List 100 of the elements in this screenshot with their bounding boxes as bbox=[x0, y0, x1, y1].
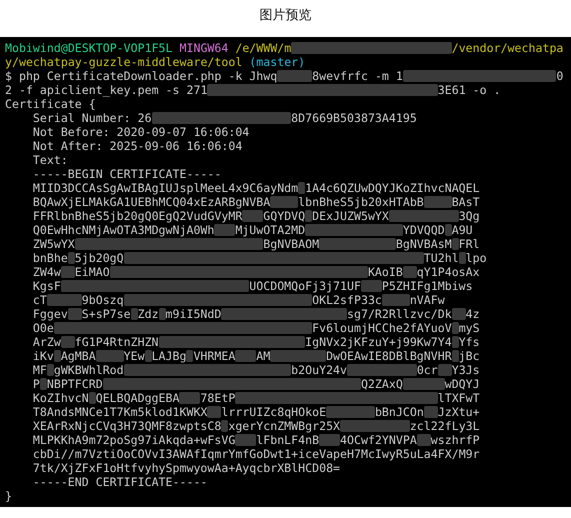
terminal-text: Yfs bbox=[458, 335, 480, 349]
terminal-text: MF bbox=[32, 363, 47, 377]
terminal-text: P5ZHIFg1Mbiws bbox=[382, 279, 473, 293]
terminal-text: NBPTFCRD bbox=[46, 377, 103, 391]
terminal-text: FFRlbnBheS5jb20gQ0EgQ2VudGVyMR bbox=[32, 209, 242, 223]
terminal-text: DwOEAwIE8DBlBgNVHR bbox=[326, 349, 452, 363]
terminal-text: MjUwOTA2MD bbox=[235, 223, 306, 237]
terminal-text: ZW4w bbox=[32, 265, 61, 279]
terminal-text: EiMAO bbox=[74, 265, 110, 279]
terminal-text: T8AndsMNCe1T7Km5klod1KWKX bbox=[32, 405, 208, 419]
terminal-text: 8wevfrfc -m 1 bbox=[312, 69, 403, 83]
terminal-text: bnBhe bbox=[32, 251, 68, 265]
terminal-text: Mobiwind@DESKTOP-VOP1F5L bbox=[5, 41, 173, 55]
terminal-text: ArZw bbox=[32, 335, 61, 349]
redacted-area bbox=[270, 350, 326, 362]
terminal-text: cbDi//m7VztiOoCOVvI3AWAfIqmrYmfGoDwt1+iceVapeH7McIwyR5uLa4FX/M9r bbox=[32, 447, 480, 461]
terminal-text: Serial Number: 26 bbox=[32, 111, 152, 125]
terminal-text: $ php CertificateDownloader.php -k Jhwq bbox=[5, 69, 278, 83]
redacted-area bbox=[214, 224, 236, 236]
redacted-area bbox=[402, 378, 445, 390]
redacted-area bbox=[130, 308, 138, 320]
redacted-area bbox=[326, 406, 375, 418]
redacted-area bbox=[68, 308, 82, 320]
redacted-area bbox=[179, 392, 200, 404]
terminal-text: b2OuY24v bbox=[291, 363, 348, 377]
redacted-area bbox=[347, 364, 417, 376]
terminal-text: } bbox=[5, 489, 12, 503]
terminal-text: -----BEGIN CERTIFICATE----- bbox=[32, 167, 222, 181]
terminal-text: wszhrfP bbox=[430, 433, 480, 447]
redacted-area bbox=[46, 364, 54, 376]
terminal-text: DExJUZW5wYX bbox=[312, 209, 389, 223]
terminal-text: fG1P4RtnZHZN bbox=[74, 335, 159, 349]
terminal-text: MIID3DCCAsSgAwIBAgIUJsplMeeL4x9C6ayNdm bbox=[32, 181, 298, 195]
redacted-area bbox=[340, 420, 410, 432]
redacted-area bbox=[235, 434, 256, 446]
terminal-text: YDVQQD bbox=[402, 223, 445, 237]
redacted-area bbox=[68, 252, 75, 264]
redacted-area bbox=[270, 196, 298, 208]
redacted-area bbox=[388, 210, 459, 222]
terminal-text: Q0EwHhcNMjAwOTA3MDgwNjA0Wh bbox=[32, 223, 214, 237]
terminal-text: 2 -f apiclient_key.pem -s 271 bbox=[5, 83, 208, 97]
terminal-text: wDQYJ bbox=[444, 377, 480, 391]
redacted-area bbox=[60, 266, 75, 278]
terminal-text: lFbnLF4nB bbox=[256, 433, 320, 447]
terminal-text: 5jb20gQ bbox=[74, 251, 124, 265]
terminal-text: 3Qg bbox=[458, 209, 480, 223]
terminal-text: BAsT bbox=[452, 195, 480, 209]
terminal-text: gWKBWhlRod bbox=[54, 363, 124, 377]
redacted-area bbox=[235, 350, 256, 362]
redacted-area bbox=[452, 336, 459, 348]
redacted-area bbox=[158, 308, 166, 320]
redacted-area bbox=[186, 350, 194, 362]
redacted-area bbox=[424, 196, 452, 208]
redacted-area bbox=[144, 350, 152, 362]
terminal-text: Q2ZAxQ bbox=[360, 377, 403, 391]
redacted-area bbox=[40, 378, 47, 390]
terminal-text: 0cr bbox=[416, 363, 438, 377]
terminal-text: 0 bbox=[556, 69, 564, 83]
terminal-text: m9iI5NdD bbox=[166, 307, 222, 321]
terminal-text: JzXtu+ bbox=[438, 405, 480, 419]
terminal-text: lTXFwT bbox=[438, 391, 480, 405]
terminal-text: nVAFw bbox=[410, 293, 445, 307]
terminal-text: lpo bbox=[466, 251, 487, 265]
terminal-text: 7tk/XjZFxF1oHtfvyhySpmwyowAa+AyqcbrXBlHCD08= bbox=[32, 461, 340, 475]
terminal-text: cT bbox=[32, 293, 47, 307]
redacted-area bbox=[60, 336, 75, 348]
redacted-area bbox=[360, 280, 382, 292]
terminal-text: QELBQADggEBA bbox=[96, 391, 180, 405]
terminal-text: Certificate { bbox=[5, 97, 96, 111]
terminal-text: iKv bbox=[32, 349, 54, 363]
terminal-text: 1A4c6QZUwDQYJKoZIhvcNAQEL bbox=[305, 181, 480, 195]
redacted-area bbox=[298, 182, 306, 194]
terminal-text: /e/WWW/m bbox=[235, 41, 292, 55]
terminal-text: lbnBheS5jb20xHTAbB bbox=[298, 195, 424, 209]
terminal-text: ZW5wYX bbox=[32, 237, 75, 251]
terminal-text: KoZIhvcN bbox=[32, 391, 89, 405]
terminal-text: Zdz bbox=[138, 307, 159, 321]
terminal-text: KAoIB bbox=[368, 265, 403, 279]
terminal-text: Not Before: 2020-09-07 16:06:04 bbox=[32, 125, 250, 139]
terminal-text: P bbox=[32, 377, 40, 391]
terminal-text: myS bbox=[458, 321, 480, 335]
terminal-text: Not After: 2025-09-06 16:06:04 bbox=[32, 139, 242, 153]
redacted-area bbox=[207, 406, 222, 418]
terminal-text: AgMBA bbox=[60, 349, 96, 363]
terminal-text: XEArRxNjcCVq3H73QMF8zwptsC8 bbox=[32, 419, 222, 433]
terminal-text: 78EtP bbox=[200, 391, 236, 405]
terminal-text: LAJBg bbox=[152, 349, 186, 363]
terminal-text: KgsF bbox=[32, 279, 61, 293]
redacted-area bbox=[424, 406, 438, 418]
terminal-text: Text: bbox=[32, 153, 68, 167]
redacted-area bbox=[452, 322, 459, 334]
redacted-area bbox=[242, 210, 264, 222]
terminal-text: Fggev bbox=[32, 307, 68, 321]
terminal-text: qY1P4os bbox=[416, 265, 466, 279]
redacted-area bbox=[46, 294, 82, 306]
redacted-area bbox=[319, 434, 340, 446]
terminal-text: BQAwXjELMAkGA1UEBhMCQ04xEzARBgNVBA bbox=[32, 195, 270, 209]
terminal-text: AM bbox=[256, 349, 270, 363]
terminal-text: IgNVx2jKFzuY+j99Kw7Y4 bbox=[305, 335, 452, 349]
terminal-text: Fv6loumjHCChe2fAYuoV bbox=[312, 321, 452, 335]
